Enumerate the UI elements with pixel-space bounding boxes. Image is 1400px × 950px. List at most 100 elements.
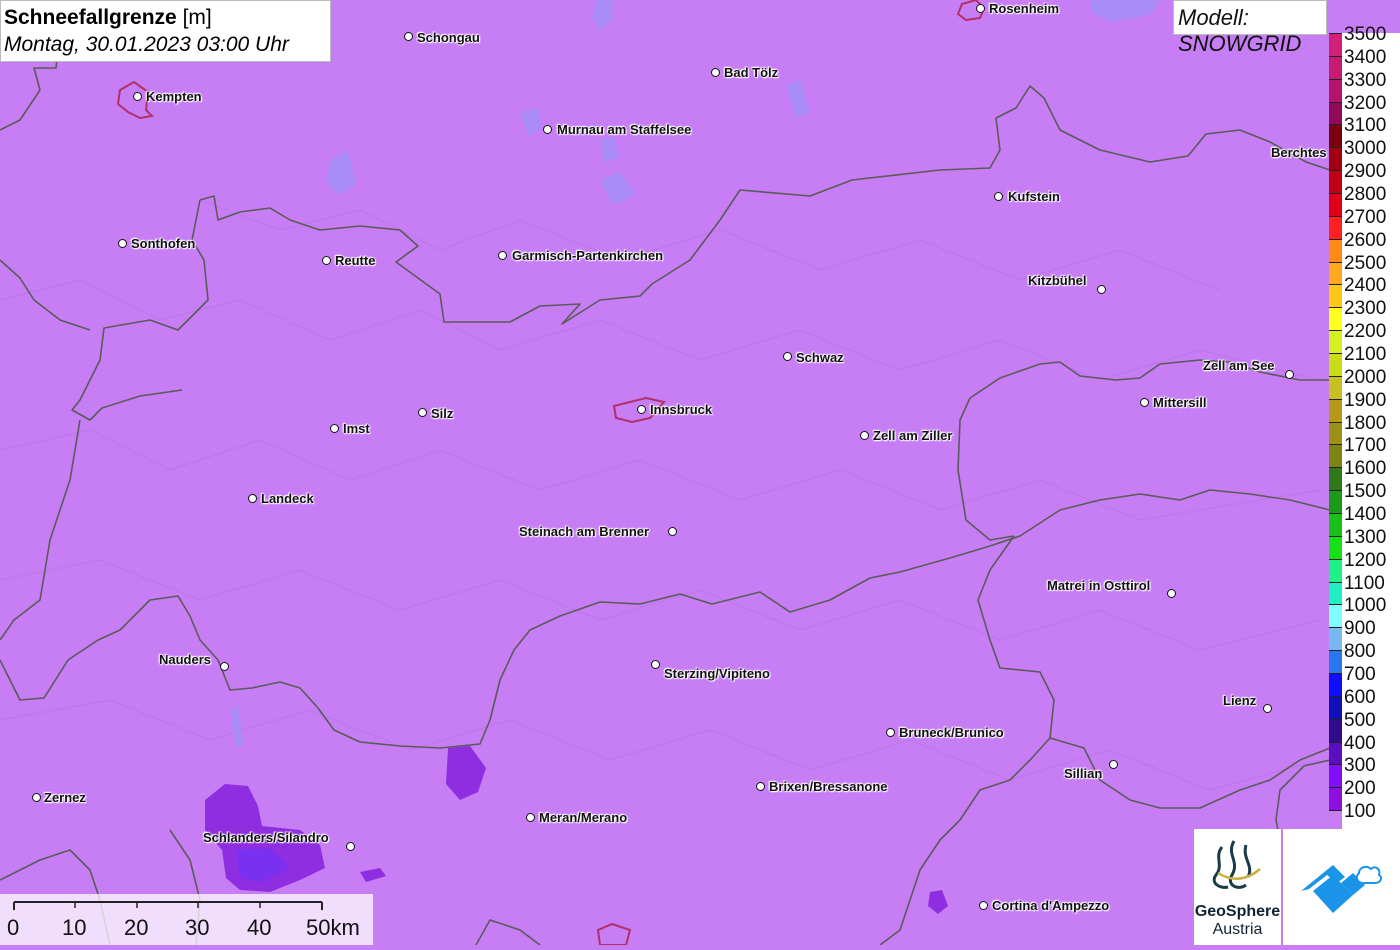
city-marker[interactable] — [32, 793, 41, 802]
legend-entry: 100 — [1329, 800, 1400, 833]
legend-label: 3200 — [1344, 92, 1387, 114]
geosphere-logo-name: GeoSphere — [1194, 903, 1281, 920]
city-marker[interactable] — [886, 728, 895, 737]
city-label: Kempten — [146, 89, 202, 104]
geosphere-logo-sub: Austria — [1212, 921, 1263, 938]
city-marker[interactable] — [1285, 370, 1294, 379]
city-marker[interactable] — [248, 494, 257, 503]
city-marker[interactable] — [1167, 589, 1176, 598]
legend-entry: 2000 — [1329, 366, 1400, 399]
legend-label: 100 — [1344, 801, 1376, 823]
city-marker[interactable] — [860, 431, 869, 440]
city-label: Landeck — [261, 491, 314, 506]
city-label: Berchtes — [1271, 145, 1327, 160]
city-label: Garmisch-Partenkirchen — [512, 248, 664, 263]
city-marker[interactable] — [1109, 760, 1118, 769]
legend-entry: 1800 — [1329, 412, 1400, 445]
city-marker[interactable] — [756, 782, 765, 791]
map-title: Schneefallgrenze [m] — [4, 5, 330, 31]
city-marker[interactable] — [498, 251, 507, 260]
city-marker[interactable] — [651, 660, 660, 669]
city-marker[interactable] — [118, 239, 127, 248]
color-legend: 3500 3400 3300 3200 3100 3000 2900 2800 2700 2600… — [1329, 25, 1400, 833]
geosphere-logo[interactable]: GeoSphere Austria — [1194, 829, 1281, 945]
legend-label: 2900 — [1344, 161, 1387, 183]
city-marker[interactable] — [220, 662, 229, 671]
legend-label: 2200 — [1344, 321, 1387, 343]
legend-label: 3500 — [1344, 24, 1387, 45]
legend-label: 1700 — [1344, 435, 1387, 457]
city-marker[interactable] — [404, 32, 413, 41]
legend-label: 1400 — [1344, 504, 1387, 525]
scale-label: 0 — [7, 915, 20, 940]
city-label: Mittersill — [1153, 395, 1207, 410]
legend-entry: 200 — [1329, 777, 1400, 811]
city-label: Silz — [431, 406, 454, 421]
scale-label: 40 — [247, 915, 272, 940]
geosphere-emblem-icon — [1212, 840, 1261, 889]
legend-label: 1000 — [1344, 595, 1387, 617]
city-label: Sillian — [1064, 766, 1103, 781]
city-marker[interactable] — [976, 4, 985, 13]
city-marker[interactable] — [346, 842, 355, 851]
city-marker[interactable] — [637, 405, 646, 414]
city-marker[interactable] — [133, 92, 142, 101]
legend-label: 3000 — [1344, 138, 1387, 160]
city-label: Kitzbühel — [1028, 273, 1087, 288]
legend-label: 1600 — [1344, 458, 1387, 480]
legend-label: 1200 — [1344, 549, 1387, 571]
city-label: Reutte — [335, 253, 376, 268]
legend-entry: 3300 — [1329, 69, 1400, 102]
legend-label: 200 — [1344, 778, 1376, 800]
scale-label: 30 — [185, 915, 210, 940]
legend-entry: 700 — [1329, 663, 1400, 696]
city-label: Brixen/Bressanone — [769, 779, 888, 794]
legend-label: 1800 — [1344, 412, 1387, 434]
snow-cloud-icon — [1301, 865, 1383, 913]
city-marker[interactable] — [526, 813, 535, 822]
city-marker[interactable] — [330, 424, 339, 433]
city-marker[interactable] — [1140, 398, 1149, 407]
legend-entry: 900 — [1329, 617, 1400, 651]
city-marker[interactable] — [418, 408, 427, 417]
city-marker[interactable] — [994, 192, 1003, 201]
city-label: Lienz — [1223, 693, 1257, 708]
legend-entry: 800 — [1329, 640, 1400, 673]
legend-entry: 2800 — [1329, 183, 1400, 216]
legend-label: 2400 — [1344, 275, 1387, 297]
city-label: Zell am Ziller — [873, 428, 953, 443]
legend-label: 800 — [1344, 641, 1376, 663]
city-label: Innsbruck — [650, 402, 713, 417]
scale-bar: 0 10 20 30 40 50km — [0, 894, 373, 945]
legend-entry: 1900 — [1329, 389, 1400, 422]
legend-label: 2800 — [1344, 184, 1387, 205]
city-marker[interactable] — [322, 256, 331, 265]
legend-entry: 1200 — [1329, 549, 1400, 582]
city-label: Sterzing/Vipiteno — [664, 666, 770, 681]
app-logo[interactable] — [1283, 829, 1400, 945]
scale-label: 10 — [62, 915, 87, 940]
legend-entry: 2400 — [1329, 274, 1400, 308]
legend-label: 2000 — [1344, 366, 1387, 388]
city-marker[interactable] — [668, 527, 677, 536]
scale-label: 50km — [306, 915, 360, 940]
city-marker[interactable] — [543, 125, 552, 134]
legend-label: 700 — [1344, 664, 1376, 685]
city-label: Cortina d'Ampezzo — [992, 898, 1110, 913]
legend-entry: 2300 — [1329, 297, 1400, 331]
map-canvas[interactable] — [0, 0, 1400, 945]
city-marker[interactable] — [1097, 285, 1106, 294]
city-marker[interactable] — [1263, 704, 1272, 713]
city-marker[interactable] — [979, 901, 988, 910]
city-label: Meran/Merano — [539, 810, 628, 825]
city-label: Imst — [343, 421, 370, 436]
legend-entry: 300 — [1329, 754, 1400, 788]
city-label: Rosenheim — [989, 1, 1060, 16]
legend-label: 3400 — [1344, 46, 1387, 68]
legend-entry: 2100 — [1329, 343, 1400, 376]
title-unit: [m] — [182, 6, 212, 29]
legend-label: 1900 — [1344, 389, 1387, 411]
city-marker[interactable] — [711, 68, 720, 77]
legend-label: 1100 — [1344, 572, 1385, 594]
city-marker[interactable] — [783, 352, 792, 361]
